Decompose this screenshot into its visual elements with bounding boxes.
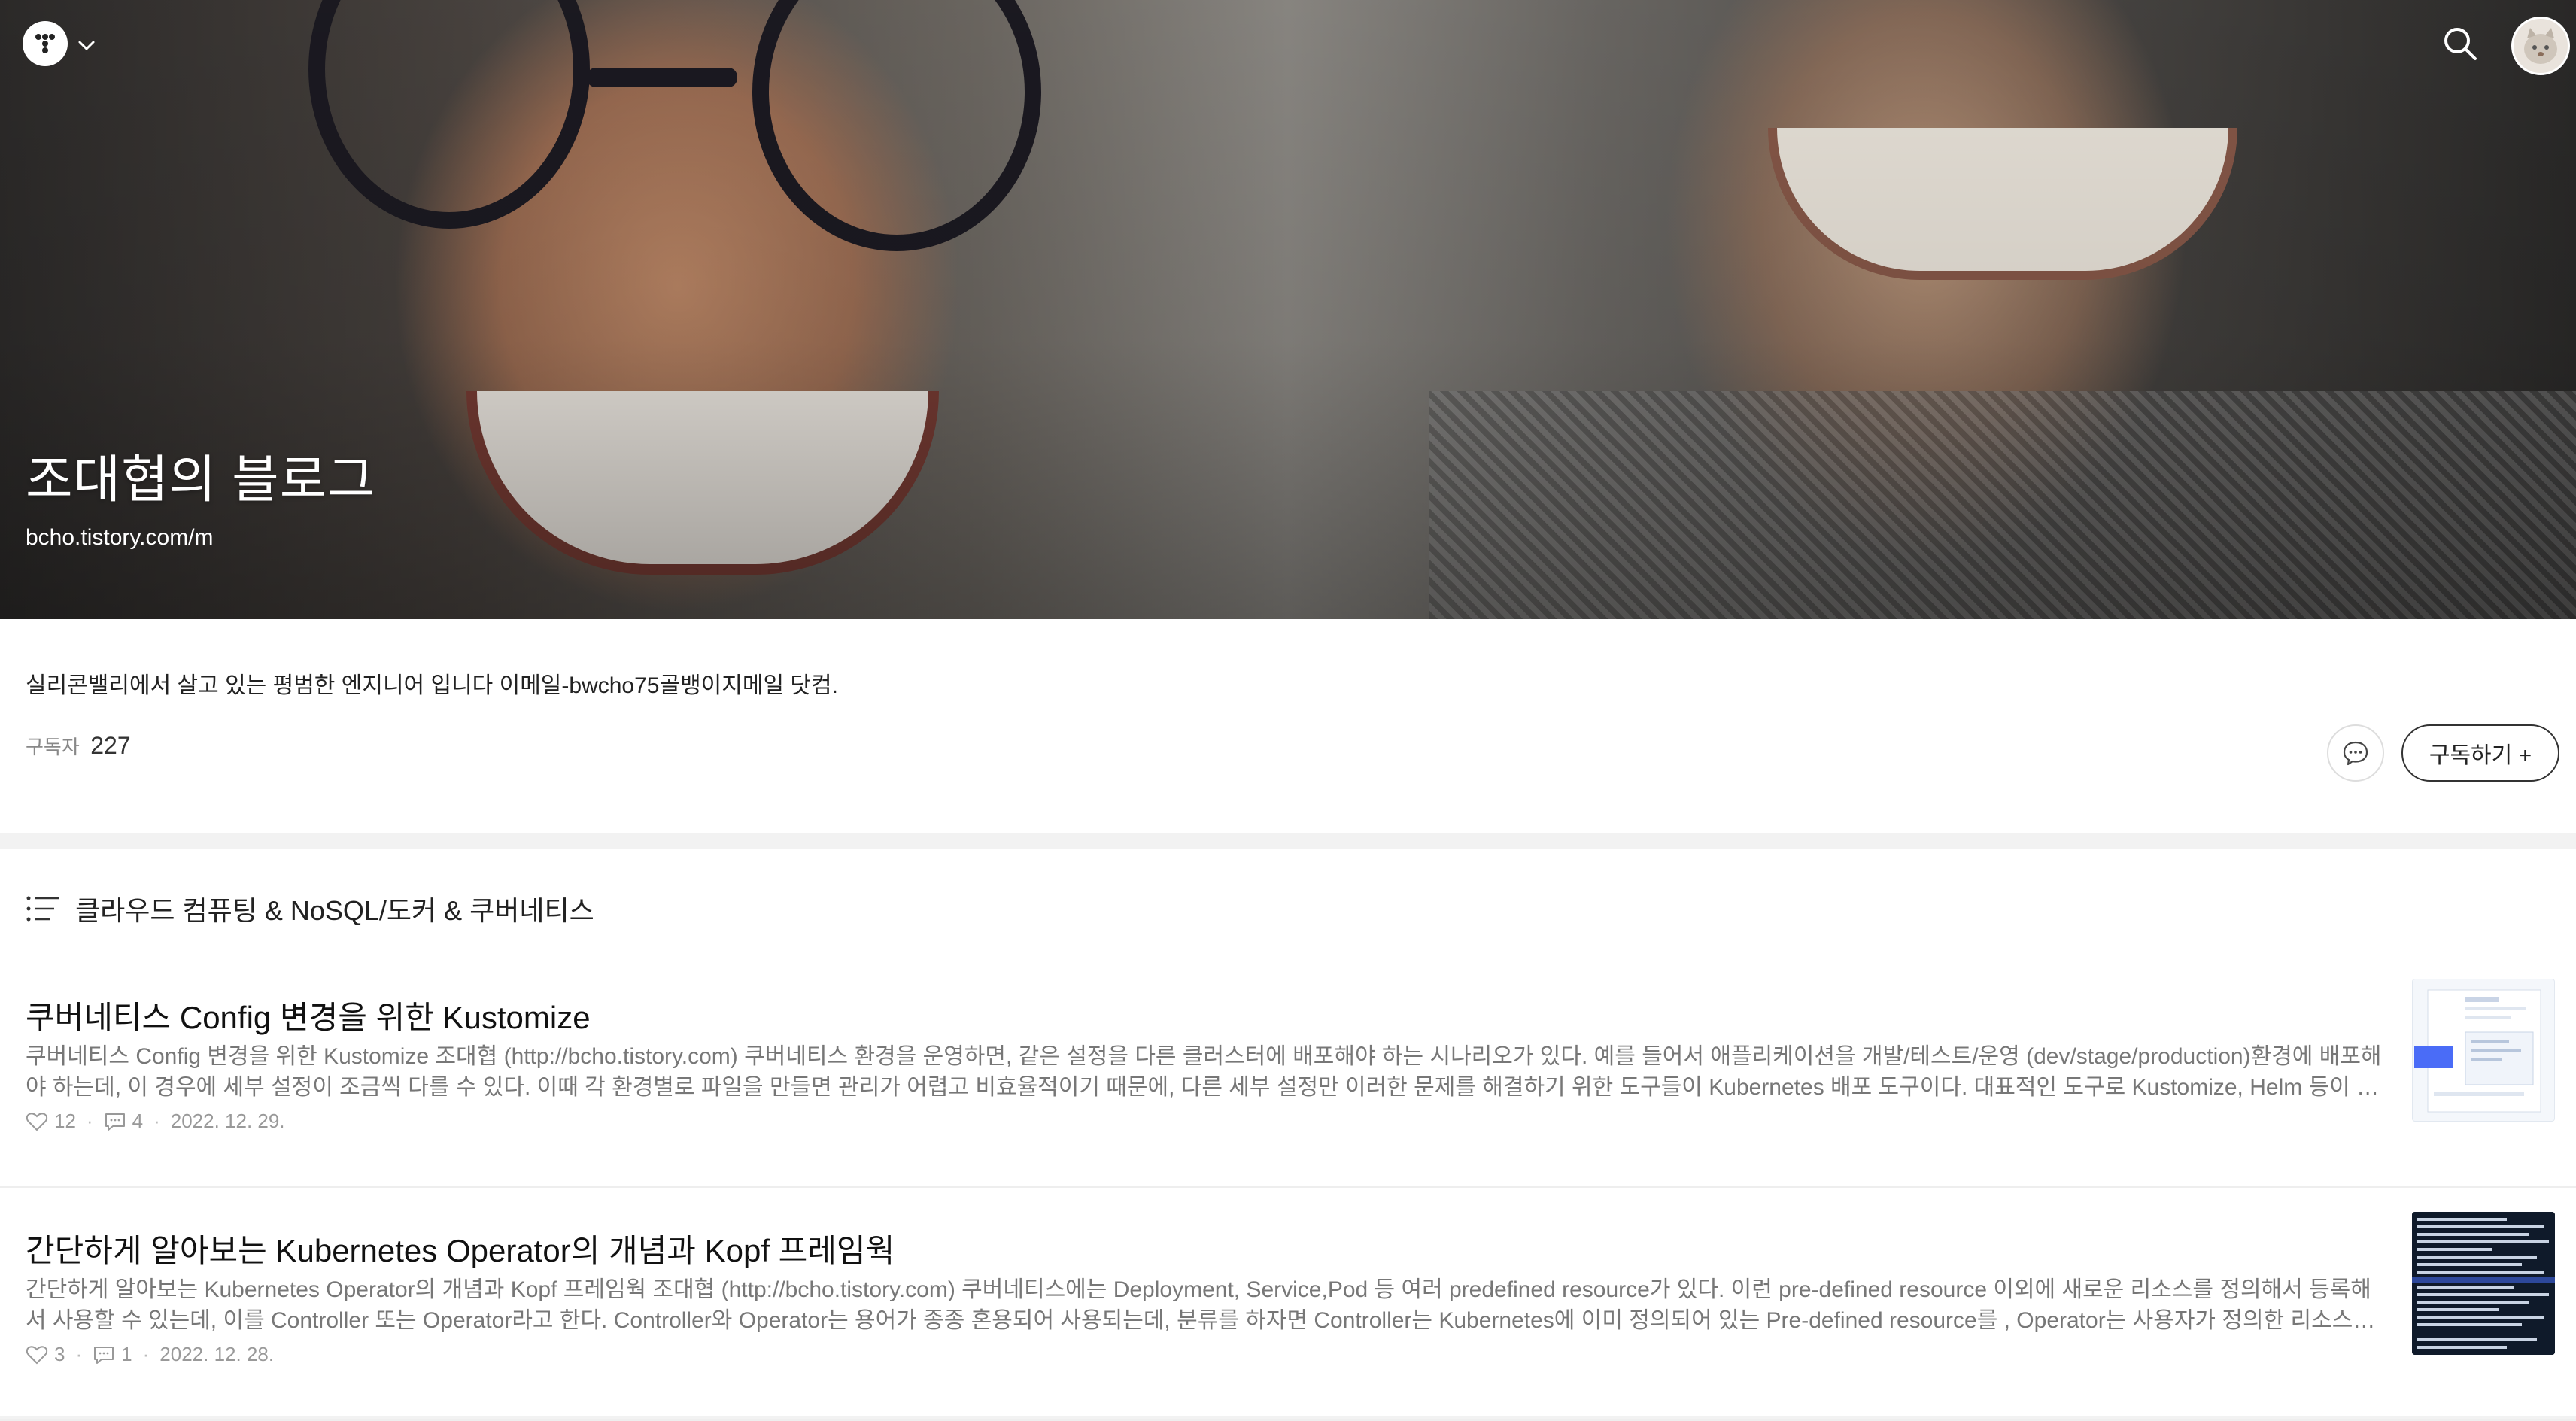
comment-count-value: 4 [132, 1110, 144, 1132]
blog-description: 실리콘밸리에서 살고 있는 평범한 엔지니어 입니다 이메일-bwcho75골뱅… [26, 673, 838, 698]
post-title[interactable]: 간단하게 알아보는 Kubernetes Operator의 개념과 Kopf … [26, 1225, 895, 1271]
like-count-value: 12 [54, 1110, 76, 1132]
thumbnail-terminal [2412, 1212, 2555, 1355]
blog-profile-section: 실리콘밸리에서 살고 있는 평범한 엔지니어 입니다 이메일-bwcho75골뱅… [0, 619, 2576, 833]
post-title[interactable]: 쿠버네티스 Config 변경을 위한 Kustomize [26, 992, 591, 1038]
cover-overlay [0, 0, 2576, 619]
category-title: 클라우드 컴퓨팅 & NoSQL/도커 & 쿠버네티스 [75, 895, 594, 926]
comment-icon [94, 1346, 114, 1364]
comment-count-value: 1 [121, 1343, 132, 1365]
subscriber-count: 구독자 227 [26, 732, 131, 760]
like-count[interactable]: 12 [26, 1110, 76, 1133]
message-button[interactable] [2327, 724, 2384, 782]
blog-url[interactable]: bcho.tistory.com/m [26, 525, 214, 551]
list-icon [26, 896, 59, 922]
post-excerpt: 쿠버네티스 Config 변경을 위한 Kustomize 조대협 (http:… [26, 1044, 2382, 1100]
avatar[interactable] [2511, 17, 2570, 75]
post-meta: 12 · 4 · 2022. 12. 29. [26, 1110, 285, 1133]
post-meta: 3 · 1 · 2022. 12. 28. [26, 1343, 274, 1366]
tistory-logo-icon[interactable] [23, 21, 68, 66]
heart-icon [26, 1345, 48, 1364]
comment-icon [105, 1113, 125, 1131]
subscribe-button[interactable]: 구독하기 + [2401, 724, 2559, 782]
post-thumbnail[interactable] [2412, 979, 2555, 1122]
post-list-item[interactable]: 쿠버네티스 Config 변경을 위한 Kustomize 쿠버네티스 Conf… [0, 955, 2576, 1188]
chat-bubble-icon [2343, 741, 2368, 766]
subscriber-number: 227 [90, 732, 131, 759]
search-icon[interactable] [2439, 23, 2481, 65]
tistory-logo-glyph [35, 34, 55, 53]
meta-separator: · [153, 1110, 160, 1132]
comment-count[interactable]: 1 [93, 1343, 132, 1366]
post-date: 2022. 12. 28. [159, 1343, 275, 1365]
blog-cover-image: 조대협의 블로그 bcho.tistory.com/m [0, 0, 2576, 619]
category-section: 클라우드 컴퓨팅 & NoSQL/도커 & 쿠버네티스 쿠버네티스 Config… [0, 849, 2576, 1421]
post-thumbnail[interactable] [2412, 1212, 2555, 1355]
thumbnail-diagram [2414, 989, 2541, 1113]
like-count[interactable]: 3 [26, 1343, 65, 1366]
post-excerpt: 간단하게 알아보는 Kubernetes Operator의 개념과 Kopf … [26, 1277, 2374, 1333]
post-list-item[interactable]: 간단하게 알아보는 Kubernetes Operator의 개념과 Kopf … [0, 1188, 2576, 1421]
meta-separator: · [142, 1343, 150, 1365]
chevron-down-icon[interactable] [75, 34, 98, 56]
meta-separator: · [86, 1110, 93, 1132]
category-header[interactable]: 클라우드 컴퓨팅 & NoSQL/도커 & 쿠버네티스 [26, 879, 594, 939]
blog-title[interactable]: 조대협의 블로그 [26, 438, 375, 512]
profile-avatar-icon [2524, 28, 2557, 64]
heart-icon [26, 1112, 48, 1131]
meta-separator: · [75, 1343, 83, 1365]
comment-count[interactable]: 4 [104, 1110, 143, 1133]
subscriber-label: 구독자 [26, 736, 80, 758]
like-count-value: 3 [54, 1343, 65, 1365]
post-date: 2022. 12. 29. [170, 1110, 285, 1132]
